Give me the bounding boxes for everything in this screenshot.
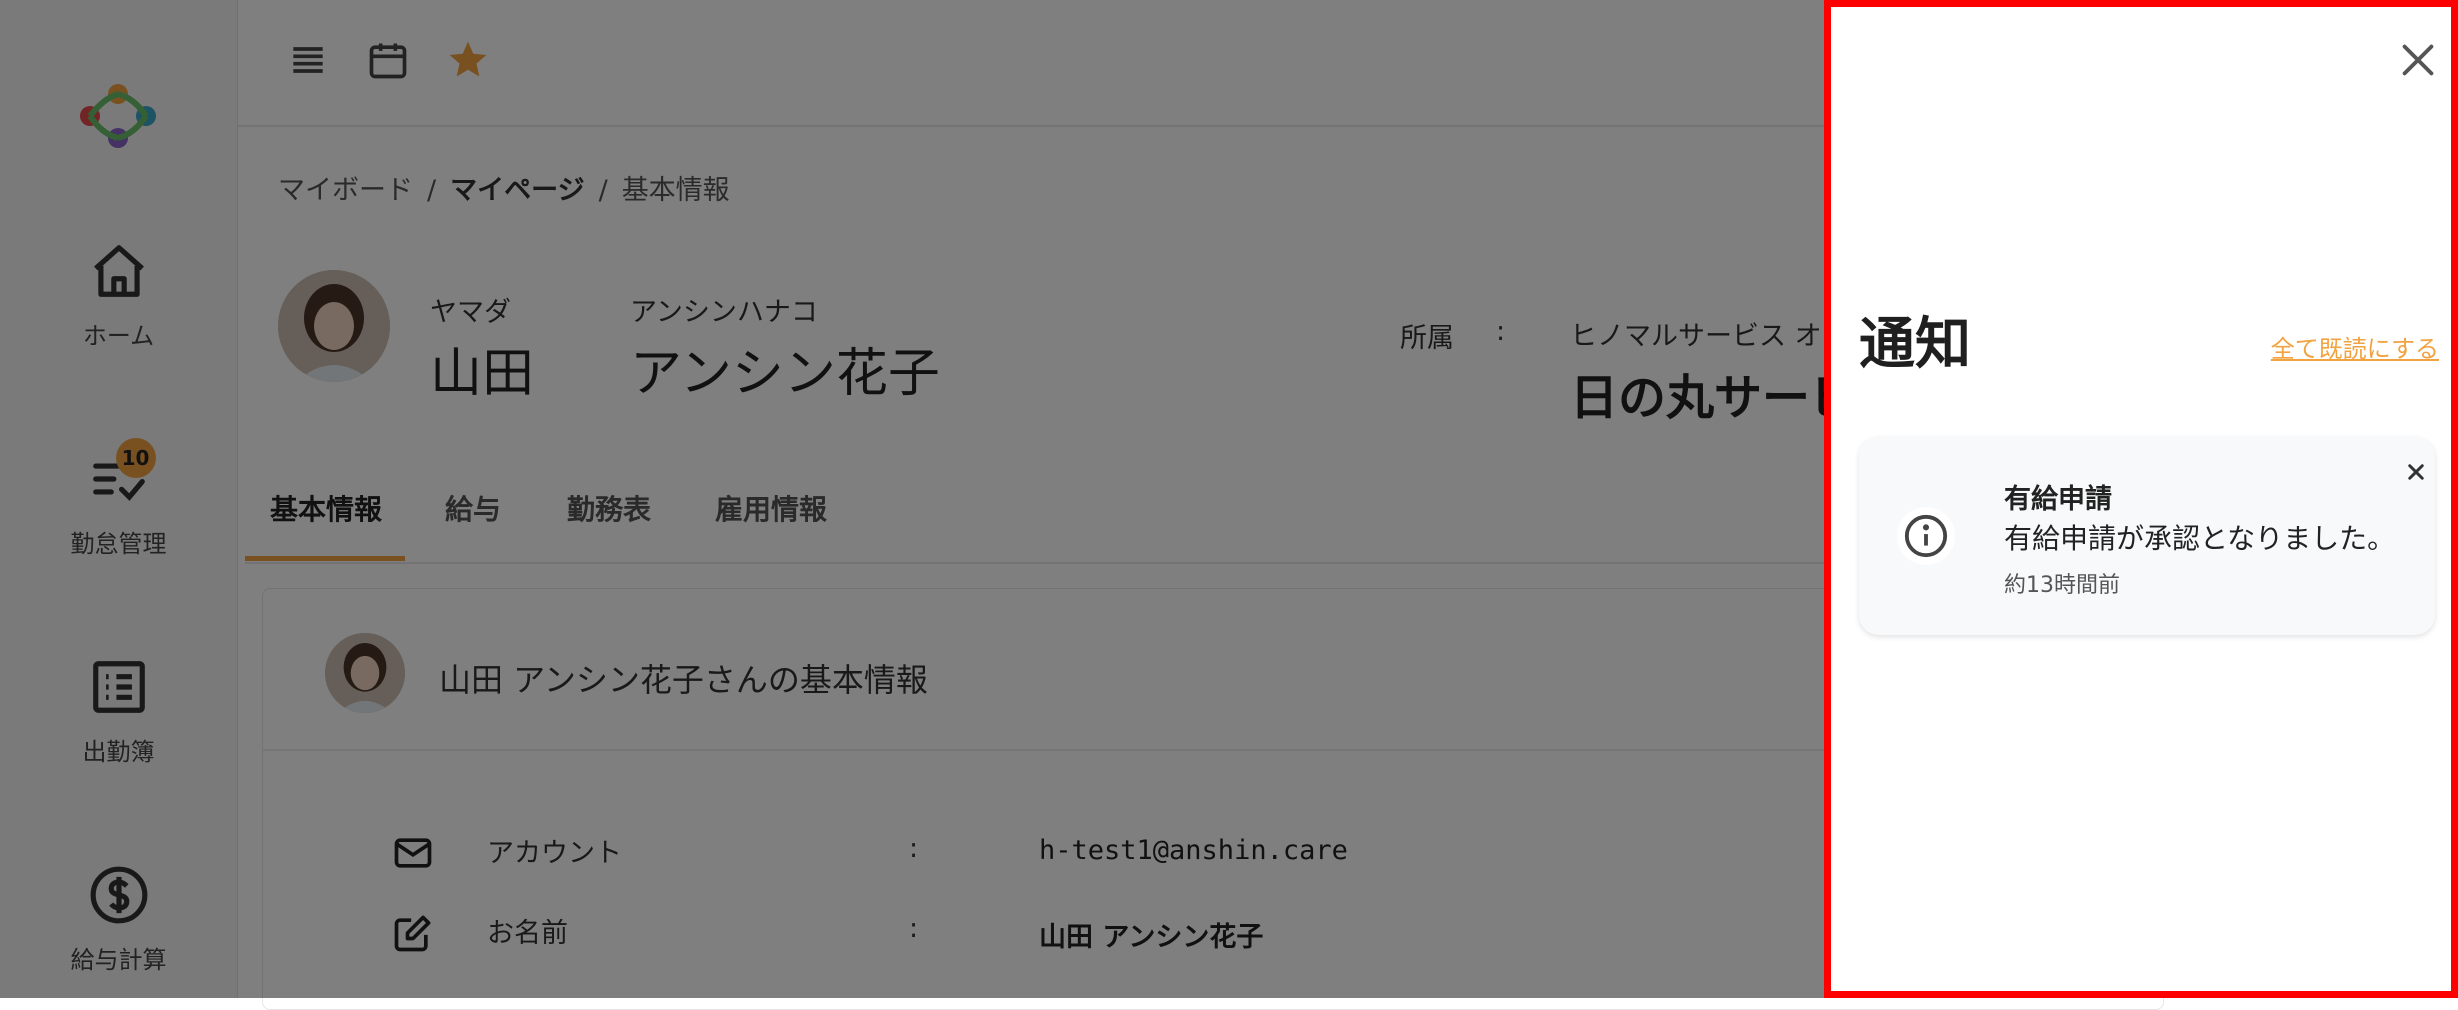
close-icon[interactable] bbox=[2395, 37, 2441, 83]
modal-backdrop[interactable] bbox=[0, 0, 1824, 998]
info-icon bbox=[1897, 507, 1955, 565]
drawer-title: 通知 bbox=[1859, 312, 1971, 377]
dismiss-notification-icon[interactable] bbox=[2401, 457, 2431, 487]
notification-drawer: 通知 全て既読にする 有給申請 有給申請が承認となりました。 約13時間前 bbox=[1824, 0, 2458, 998]
notification-body: 有給申請が承認となりました。 bbox=[2004, 522, 2396, 555]
app-root: ホーム 10 勤怠管理 出勤簿 bbox=[0, 0, 2458, 1010]
notification-time: 約13時間前 bbox=[2004, 573, 2120, 598]
notification-item[interactable]: 有給申請 有給申請が承認となりました。 約13時間前 bbox=[1859, 437, 2435, 635]
notification-title: 有給申請 bbox=[2004, 484, 2112, 515]
mark-all-read-link[interactable]: 全て既読にする bbox=[2271, 329, 2439, 364]
